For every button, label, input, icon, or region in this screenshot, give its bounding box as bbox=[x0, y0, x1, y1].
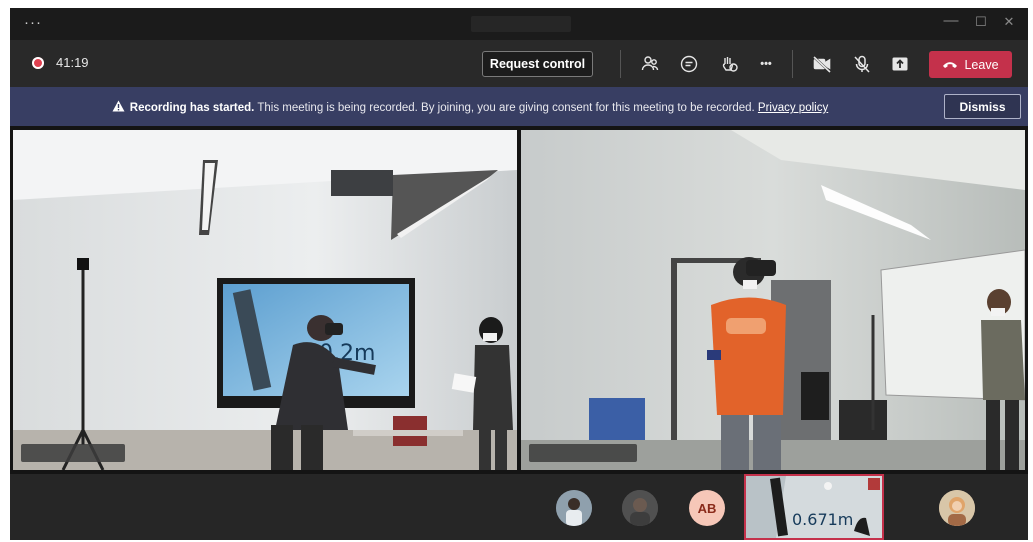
toolbar-divider bbox=[792, 50, 793, 78]
warning-icon bbox=[112, 100, 125, 112]
room-scene-left: 0.2m bbox=[13, 130, 517, 470]
recording-message: Recording has started. This meeting is b… bbox=[10, 100, 930, 114]
active-speaker-thumbnail[interactable]: 0.671m bbox=[744, 474, 884, 540]
recording-title: Recording has started. bbox=[129, 102, 255, 114]
recording-banner: Recording has started. This meeting is b… bbox=[10, 87, 1028, 126]
privacy-policy-link[interactable]: Privacy policy bbox=[758, 102, 828, 114]
minimize-icon[interactable]: — bbox=[940, 12, 962, 29]
request-control-button[interactable]: Request control bbox=[482, 51, 593, 77]
toolbar-divider bbox=[620, 50, 621, 78]
dismiss-button[interactable]: Dismiss bbox=[944, 94, 1021, 119]
video-stage: 0.2m bbox=[10, 126, 1028, 474]
more-actions-icon[interactable]: ••• bbox=[754, 52, 778, 76]
participant-filmstrip: AB 0.671m bbox=[10, 474, 1028, 540]
chat-icon[interactable] bbox=[677, 52, 701, 76]
participant-name-tag bbox=[21, 444, 125, 462]
participant-avatar[interactable] bbox=[939, 490, 975, 526]
title-bar: ··· — ☐ ✕ bbox=[10, 8, 1028, 40]
participant-video-right[interactable] bbox=[521, 130, 1025, 470]
close-icon[interactable]: ✕ bbox=[998, 14, 1020, 30]
camera-off-icon[interactable] bbox=[810, 52, 834, 76]
maximize-icon[interactable]: ☐ bbox=[970, 14, 992, 30]
teams-meeting-window: ··· — ☐ ✕ 41:19 Request control ••• Leav… bbox=[10, 8, 1028, 540]
phone-hangup-icon bbox=[943, 61, 958, 68]
title-area bbox=[471, 16, 571, 32]
participants-icon[interactable] bbox=[638, 52, 662, 76]
participant-video-left[interactable]: 0.2m bbox=[13, 130, 517, 470]
reactions-icon[interactable] bbox=[717, 52, 741, 76]
meeting-timer: 41:19 bbox=[56, 55, 89, 70]
participant-name-tag bbox=[529, 444, 637, 462]
participant-initials-avatar[interactable]: AB bbox=[689, 490, 725, 526]
participant-avatar[interactable] bbox=[622, 490, 658, 526]
window-menu-button[interactable]: ··· bbox=[24, 14, 42, 31]
thumb-distance-text: 0.671m bbox=[792, 510, 854, 529]
microphone-muted-icon[interactable] bbox=[850, 52, 874, 76]
participant-avatar[interactable] bbox=[556, 490, 592, 526]
share-screen-icon[interactable] bbox=[888, 52, 912, 76]
leave-button[interactable]: Leave bbox=[929, 51, 1012, 78]
recording-indicator-icon bbox=[32, 57, 44, 69]
room-scene-right bbox=[521, 130, 1025, 470]
recording-consent-text: This meeting is being recorded. By joini… bbox=[254, 102, 758, 114]
meeting-toolbar: 41:19 Request control ••• Leave bbox=[10, 40, 1028, 87]
leave-label: Leave bbox=[964, 57, 999, 72]
